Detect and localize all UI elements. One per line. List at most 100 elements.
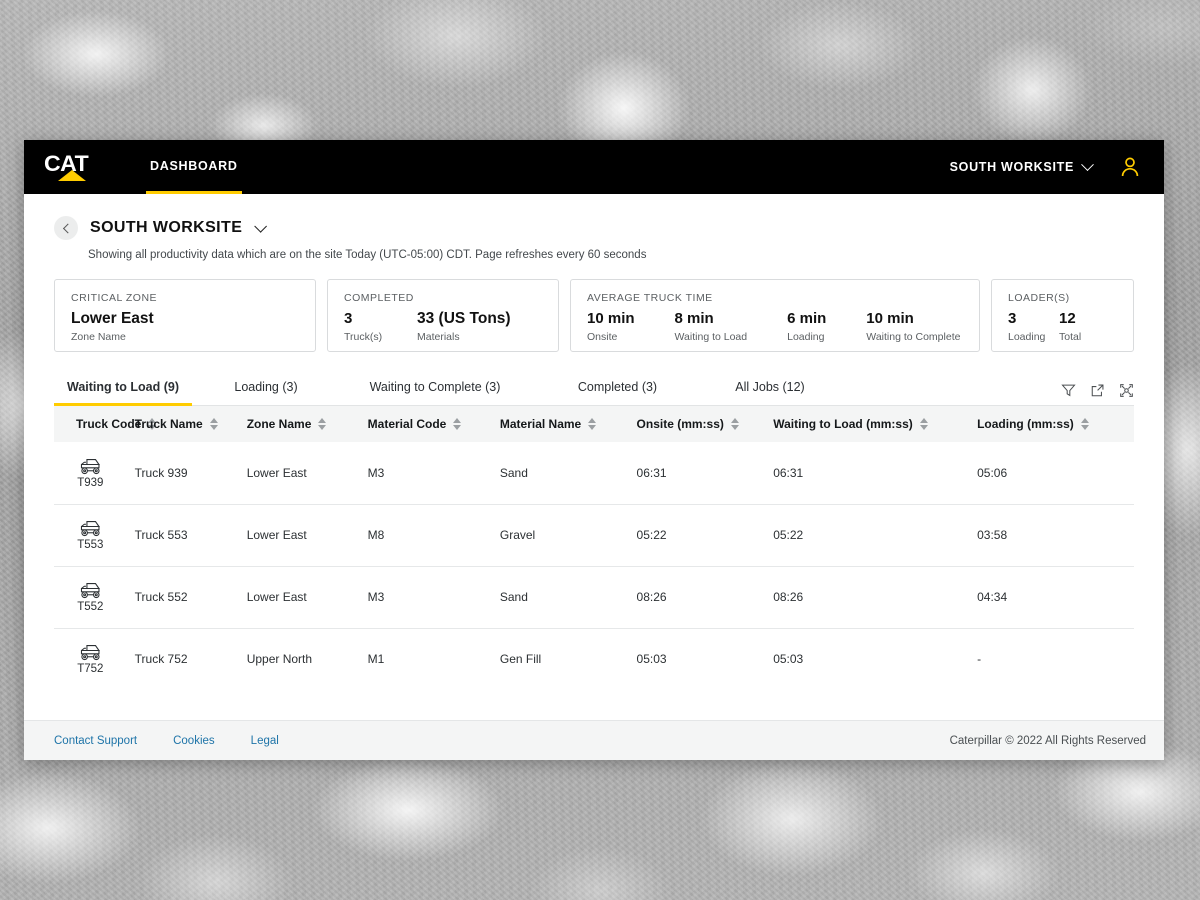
kpi-value: 10 min (866, 310, 960, 328)
kpi-metrics: Lower East Zone Name (71, 310, 299, 343)
export-icon[interactable] (1090, 383, 1105, 398)
truck-code-label: T552 (54, 601, 127, 613)
tab-waiting-to-load[interactable]: Waiting to Load (9) (54, 380, 192, 406)
footer: Contact Support Cookies Legal Caterpilla… (24, 720, 1164, 760)
cell-loading: 03:58 (977, 504, 1134, 566)
cell-material-name: Sand (500, 566, 637, 628)
kpi-value: 6 min (787, 310, 826, 328)
nav-tabs: DASHBOARD (146, 140, 242, 194)
cell-onsite: 05:03 (637, 628, 774, 690)
kpi-label: Materials (417, 331, 511, 343)
sort-icon[interactable] (210, 418, 218, 430)
kpi-value: 8 min (675, 310, 748, 328)
cell-onsite: 06:31 (637, 442, 774, 504)
kpi-metrics: 3 Truck(s) 33 (US Tons) Materials (344, 310, 542, 343)
dump-truck-icon (77, 457, 104, 476)
column-header-truck-code[interactable]: Truck Code (54, 406, 135, 442)
table-row[interactable]: T752 Truck 752 Upper North M1 Gen Fill 0… (54, 628, 1134, 690)
tab-loading[interactable]: Loading (3) (192, 380, 340, 406)
page-subtitle: Showing all productivity data which are … (88, 249, 1134, 261)
back-button[interactable] (54, 216, 78, 240)
dump-truck-icon (77, 643, 104, 662)
cell-material-code: M1 (368, 628, 500, 690)
kpi-label: Total (1059, 331, 1110, 343)
table-row[interactable]: T939 Truck 939 Lower East M3 Sand 06:31 … (54, 442, 1134, 504)
tab-completed[interactable]: Completed (3) (530, 380, 705, 406)
footer-link-legal[interactable]: Legal (251, 735, 279, 747)
cell-truck-name: Truck 552 (135, 566, 247, 628)
tab-all-jobs[interactable]: All Jobs (12) (705, 380, 835, 406)
kpi-metric-onsite: 10 min Onsite (587, 310, 635, 343)
tab-label: Waiting to Complete (3) (370, 380, 501, 394)
worksite-selector[interactable]: SOUTH WORKSITE (950, 160, 1092, 174)
cell-material-name: Sand (500, 442, 637, 504)
kpi-card-loaders: LOADER(S) 3 Loading 12 Total (991, 279, 1134, 352)
sort-icon[interactable] (731, 418, 739, 430)
kpi-metric-loading: 6 min Loading (787, 310, 826, 343)
cell-zone-name: Lower East (247, 504, 368, 566)
column-header-zone-name[interactable]: Zone Name (247, 406, 368, 442)
dump-truck-icon (77, 581, 104, 600)
footer-links: Contact Support Cookies Legal (54, 735, 279, 747)
kpi-title: LOADER(S) (1008, 292, 1117, 304)
cell-truck-name: Truck 752 (135, 628, 247, 690)
kpi-metrics: 3 Loading 12 Total (1008, 310, 1117, 343)
sort-icon[interactable] (1081, 418, 1089, 430)
tab-label: All Jobs (12) (735, 380, 804, 394)
breadcrumb: SOUTH WORKSITE (54, 216, 1134, 240)
worksite-selector-label: SOUTH WORKSITE (950, 160, 1074, 174)
column-header-label: Loading (mm:ss) (977, 417, 1074, 431)
cell-material-code: M3 (368, 566, 500, 628)
nav-tab-dashboard[interactable]: DASHBOARD (146, 140, 242, 194)
footer-link-cookies[interactable]: Cookies (173, 735, 215, 747)
sort-icon[interactable] (318, 418, 326, 430)
cell-waiting-to-load: 08:26 (773, 566, 977, 628)
kpi-metric-waiting-to-complete: 10 min Waiting to Complete (866, 310, 960, 343)
table-body: T939 Truck 939 Lower East M3 Sand 06:31 … (54, 442, 1134, 690)
table-row[interactable]: T553 Truck 553 Lower East M8 Gravel 05:2… (54, 504, 1134, 566)
column-header-label: Onsite (mm:ss) (637, 417, 724, 431)
cell-loading: 05:06 (977, 442, 1134, 504)
column-header-label: Material Name (500, 417, 581, 431)
cell-zone-name: Lower East (247, 442, 368, 504)
kpi-label: Loading (787, 331, 826, 343)
cell-zone-name: Upper North (247, 628, 368, 690)
user-icon[interactable] (1118, 155, 1142, 179)
tab-waiting-to-complete[interactable]: Waiting to Complete (3) (340, 380, 530, 406)
sort-icon[interactable] (588, 418, 596, 430)
page-title-chevron-down-icon[interactable] (255, 220, 268, 233)
tab-label: Completed (3) (578, 380, 657, 394)
column-header-waiting-to-load[interactable]: Waiting to Load (mm:ss) (773, 406, 977, 442)
kpi-metric-trucks: 3 Truck(s) (344, 310, 417, 343)
kpi-metric-loaders-loading: 3 Loading (1008, 310, 1059, 343)
cell-truck-code: T552 (54, 566, 135, 628)
column-header-material-name[interactable]: Material Name (500, 406, 637, 442)
kpi-metric-waiting-to-load: 8 min Waiting to Load (675, 310, 748, 343)
fullscreen-icon[interactable] (1119, 383, 1134, 398)
kpi-card-row: CRITICAL ZONE Lower East Zone Name COMPL… (54, 279, 1134, 352)
tab-label: Loading (3) (234, 380, 297, 394)
column-header-label: Material Code (368, 417, 447, 431)
table-row[interactable]: T552 Truck 552 Lower East M3 Sand 08:26 … (54, 566, 1134, 628)
filter-icon[interactable] (1061, 383, 1076, 398)
table-toolbar (1061, 383, 1134, 405)
footer-link-contact-support[interactable]: Contact Support (54, 735, 137, 747)
application-window: CAT DASHBOARD SOUTH WORKSITE SOUTH W (24, 140, 1164, 760)
nav-tab-dashboard-label: DASHBOARD (150, 159, 238, 173)
column-header-onsite[interactable]: Onsite (mm:ss) (637, 406, 774, 442)
kpi-label: Onsite (587, 331, 635, 343)
kpi-value: 3 (344, 310, 417, 328)
jobs-table: Truck Code Truck Name Zone Name (54, 406, 1134, 690)
cat-logo-triangle (58, 170, 86, 181)
truck-code-label: T752 (54, 663, 127, 675)
kpi-label: Loading (1008, 331, 1059, 343)
kpi-title: CRITICAL ZONE (71, 292, 299, 304)
sort-icon[interactable] (453, 418, 461, 430)
column-header-material-code[interactable]: Material Code (368, 406, 500, 442)
kpi-metric-zone-name: Lower East Zone Name (71, 310, 154, 343)
column-header-loading[interactable]: Loading (mm:ss) (977, 406, 1134, 442)
cat-logo[interactable]: CAT (44, 154, 96, 180)
kpi-label: Zone Name (71, 331, 154, 343)
sort-icon[interactable] (920, 418, 928, 430)
column-header-truck-name[interactable]: Truck Name (135, 406, 247, 442)
